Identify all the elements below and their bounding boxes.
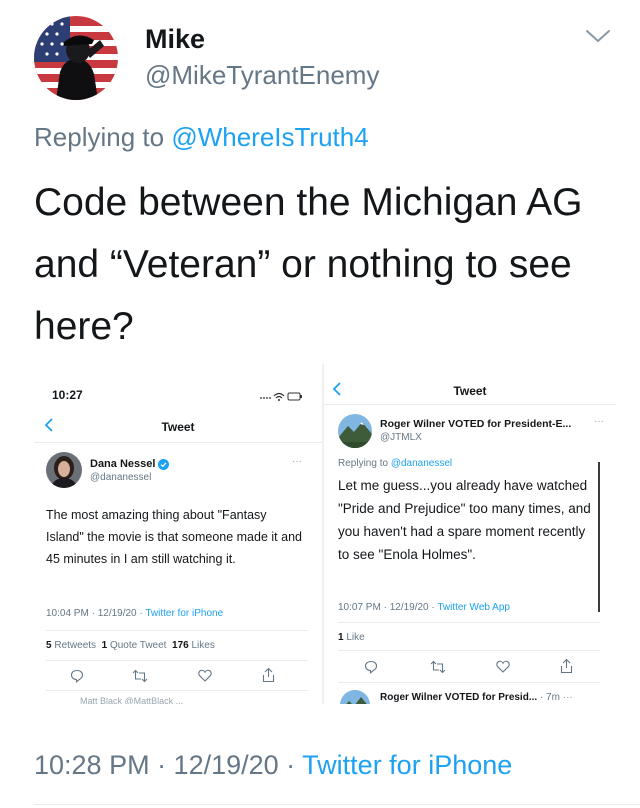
left-source[interactable]: Twitter for iPhone: [145, 608, 223, 619]
right-screenshot: Tweet Roger Wilner VOTED for President-E…: [324, 364, 616, 704]
left-timestamp-row: 10:04 PM · 12/19/20 · Twitter for iPhone: [46, 608, 223, 619]
right-timestamp-row: 10:07 PM · 12/19/20 · Twitter Web App: [338, 602, 510, 613]
right-more-icon[interactable]: ···: [594, 416, 604, 427]
retweet-icon[interactable]: [132, 669, 148, 683]
tweet-source-link[interactable]: Twitter for iPhone: [302, 750, 512, 780]
like-heart-icon[interactable]: [198, 669, 212, 682]
reply-icon[interactable]: [364, 660, 378, 674]
right-replying-prefix: Replying to: [338, 458, 389, 469]
verified-badge-icon: [158, 458, 170, 470]
left-timestamp: 10:04 PM · 12/19/20 ·: [46, 608, 146, 619]
tweet-timestamp[interactable]: 10:28 PM · 12/19/20 ·: [34, 750, 302, 780]
author-handle[interactable]: @MikeTyrantEnemy: [145, 60, 379, 91]
left-quote-label[interactable]: Quote Tweet: [110, 640, 167, 651]
left-quote-count: 1: [101, 640, 108, 651]
left-screenshot: 10:27 Tweet Dana Nessel @dananessel ··· …: [34, 364, 322, 704]
roger-avatar[interactable]: [338, 414, 372, 448]
replying-prefix: Replying to: [34, 122, 165, 152]
replying-to: Replying to @WhereIsTruth4: [34, 122, 369, 153]
tweet-media-image[interactable]: 10:27 Tweet Dana Nessel @dananessel ··· …: [34, 364, 616, 704]
left-author-name[interactable]: Dana Nessel: [90, 458, 155, 470]
right-stats-row: 1 Like: [338, 632, 365, 643]
share-icon[interactable]: [560, 658, 573, 674]
right-replying-to[interactable]: @dananessel: [391, 458, 452, 469]
replying-to-link[interactable]: @WhereIsTruth4: [171, 122, 368, 152]
person-avatar-icon: [46, 452, 82, 488]
left-header-title: Tweet: [161, 420, 195, 434]
left-more-icon[interactable]: ···: [292, 456, 302, 467]
left-tweet-text: The most amazing thing about "Fantasy Is…: [46, 508, 302, 566]
retweet-icon[interactable]: [430, 660, 446, 674]
tweet-text: Code between the Michigan AG and “Vetera…: [34, 181, 583, 348]
mountain-landscape-avatar-icon: [340, 690, 370, 704]
mountain-landscape-avatar-icon: [338, 414, 372, 448]
right-author-handle[interactable]: @JTMLX: [380, 432, 422, 443]
left-author-handle[interactable]: @dananessel: [90, 472, 151, 483]
roger-avatar-next[interactable]: [340, 690, 370, 704]
right-tweet-text: Let me guess...you already have watched …: [338, 478, 591, 562]
left-retweets-count: 5: [46, 640, 52, 651]
tweet-timestamp-row: 10:28 PM · 12/19/20 · Twitter for iPhone: [34, 750, 512, 781]
avatar[interactable]: [34, 16, 118, 100]
right-source[interactable]: Twitter Web App: [437, 602, 510, 613]
right-replying-row: Replying to @dananessel: [338, 458, 452, 469]
right-next-author[interactable]: Roger Wilner VOTED for Presid...: [380, 692, 537, 703]
divider: [34, 804, 640, 805]
reply-icon[interactable]: [70, 669, 84, 683]
right-author-name[interactable]: Roger Wilner VOTED for President-E...: [380, 418, 571, 430]
left-author-row: Dana Nessel: [90, 458, 170, 470]
right-timestamp: 10:07 PM · 12/19/20 ·: [338, 602, 438, 613]
left-likes-label[interactable]: Likes: [192, 640, 215, 651]
saluting-soldier-flag-avatar-icon: [34, 16, 118, 100]
right-next-tweet-row: Roger Wilner VOTED for Presid... · 7m ··…: [380, 692, 573, 703]
right-next-time: · 7m: [539, 692, 560, 703]
author-name[interactable]: Mike: [145, 24, 205, 55]
right-header-title: Tweet: [453, 384, 487, 398]
right-likes-label[interactable]: Like: [346, 632, 364, 643]
scroll-indicator[interactable]: [598, 462, 600, 612]
left-stats-row: 5 Retweets 1 Quote Tweet 176 Likes: [46, 640, 215, 651]
dana-avatar[interactable]: [46, 452, 82, 488]
status-time: 10:27: [52, 388, 83, 402]
chevron-down-icon[interactable]: [585, 26, 611, 46]
left-retweets-label[interactable]: Retweets: [54, 640, 96, 651]
status-bar-icons: [260, 392, 302, 401]
right-next-more-icon[interactable]: ···: [563, 692, 573, 703]
right-likes-count: 1: [338, 632, 344, 643]
like-heart-icon[interactable]: [496, 660, 510, 673]
left-cut-next-tweet: Matt Black @MattBlack ...: [80, 696, 184, 704]
share-icon[interactable]: [262, 667, 275, 683]
left-likes-count: 176: [172, 640, 189, 651]
